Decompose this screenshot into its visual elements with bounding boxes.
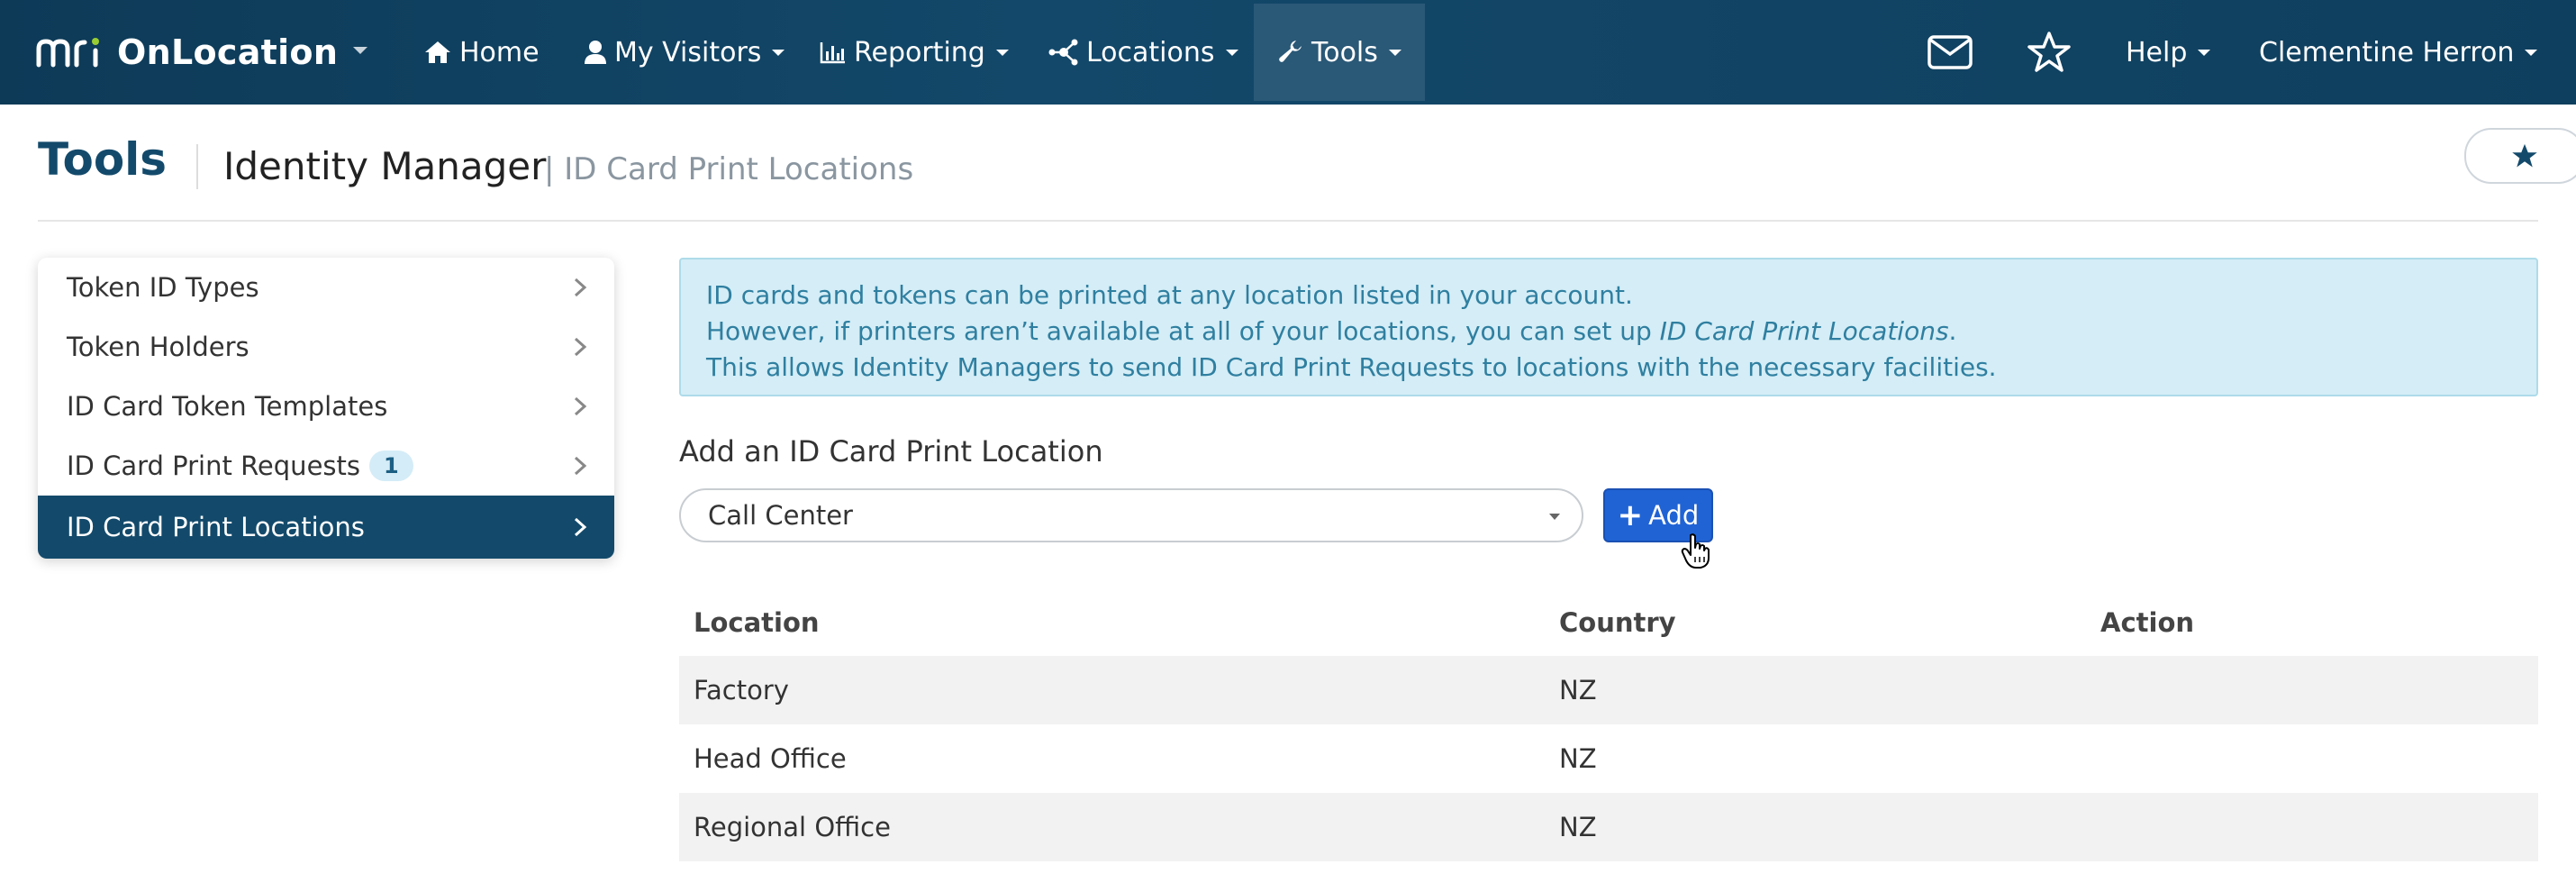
nav-tools[interactable]: Tools	[1279, 0, 1401, 105]
nav-home[interactable]: Home	[423, 0, 540, 105]
hand-cursor-icon	[1681, 533, 1710, 569]
alert-emphasis: ID Card Print Locations	[1659, 316, 1949, 346]
cell-action	[2086, 724, 2538, 793]
sidebar-item-token-id-types[interactable]: Token ID Types	[38, 258, 614, 317]
page-title: Tools	[38, 133, 168, 186]
sidebar-item-label: ID Card Print Locations	[67, 512, 365, 542]
nav-my-visitors-label: My Visitors	[614, 36, 762, 68]
location-select[interactable]: Call Center	[679, 488, 1583, 542]
sidebar-item-label: ID Card Token Templates	[67, 391, 388, 422]
dropdown-caret-icon	[1549, 514, 1560, 520]
cell-country: NZ	[1559, 675, 1597, 705]
nav-tools-label: Tools	[1311, 36, 1378, 68]
chevron-down-icon	[2525, 49, 2538, 56]
top-navbar: OnLocation Home My Visitors Reporting Lo…	[0, 0, 2576, 105]
add-button-label: Add	[1648, 500, 1700, 531]
chevron-right-icon	[574, 396, 587, 416]
cell-country: NZ	[1559, 812, 1597, 842]
chevron-down-icon	[2198, 49, 2211, 56]
column-header-country[interactable]: Country	[1545, 589, 2086, 656]
sidebar-item-label: Token ID Types	[67, 272, 259, 303]
alert-line: ID cards and tokens can be printed at an…	[706, 280, 1633, 310]
chevron-down-icon	[1388, 49, 1401, 56]
nav-help[interactable]: Help	[2126, 0, 2211, 105]
brand-logo[interactable]: OnLocation	[36, 27, 338, 77]
alert-line: This allows Identity Managers to send ID…	[706, 352, 1997, 382]
nav-help-label: Help	[2126, 36, 2188, 68]
sidebar-item-id-card-print-locations[interactable]: ID Card Print Locations	[38, 496, 614, 559]
nav-reporting-label: Reporting	[854, 36, 985, 68]
envelope-icon	[1927, 35, 1973, 69]
table-row: Head Office NZ	[679, 724, 2538, 793]
sidebar-item-id-card-token-templates[interactable]: ID Card Token Templates	[38, 377, 614, 436]
cell-location: Factory	[694, 675, 789, 705]
chevron-right-icon	[574, 456, 587, 476]
nav-home-label: Home	[459, 36, 540, 68]
cell-location: Regional Office	[694, 812, 891, 842]
page-subtitle: Identity Manager	[223, 144, 547, 188]
alert-text: However, if printers aren’t available at…	[706, 316, 1660, 346]
chevron-right-icon	[574, 278, 587, 297]
favorite-page-button[interactable]	[2464, 128, 2576, 184]
bar-chart-icon	[820, 42, 845, 64]
add-location-label: Add an ID Card Print Location	[679, 434, 1103, 469]
chevron-down-icon	[995, 49, 1009, 56]
chevron-down-icon	[772, 49, 785, 56]
cell-location: Head Office	[694, 743, 847, 774]
star-outline-icon	[2027, 32, 2071, 72]
brand-menu-caret[interactable]	[353, 47, 367, 54]
sidebar-item-label: Token Holders	[67, 332, 249, 362]
sidebar-item-id-card-print-requests[interactable]: ID Card Print Requests 1	[38, 436, 614, 496]
locations-table: Location Country Action Factory NZ Head …	[679, 589, 2538, 861]
location-select-value: Call Center	[708, 500, 853, 531]
column-header-action: Action	[2100, 607, 2195, 638]
user-menu[interactable]: Clementine Herron	[2259, 0, 2538, 105]
table-header-row: Location Country Action	[679, 589, 2538, 656]
network-icon	[1048, 39, 1078, 66]
alert-text: .	[1948, 316, 1957, 346]
user-name: Clementine Herron	[2259, 36, 2515, 68]
home-icon	[425, 41, 450, 63]
chevron-right-icon	[574, 337, 587, 357]
header-divider	[38, 220, 2538, 222]
table-row: Factory NZ	[679, 656, 2538, 724]
nav-locations[interactable]: Locations	[1048, 0, 1238, 105]
page-subtitle-detail: | ID Card Print Locations	[544, 151, 914, 187]
chevron-right-icon	[574, 517, 587, 537]
user-icon	[585, 41, 606, 64]
favorites-button[interactable]	[2027, 0, 2079, 105]
sidebar-menu: Token ID Types Token Holders ID Card Tok…	[38, 258, 614, 559]
star-icon	[2512, 143, 2537, 168]
sidebar-item-token-holders[interactable]: Token Holders	[38, 317, 614, 377]
column-header-location[interactable]: Location	[679, 589, 1545, 656]
nav-locations-label: Locations	[1086, 36, 1215, 68]
count-badge: 1	[369, 451, 413, 481]
sidebar-item-label: ID Card Print Requests	[67, 451, 360, 481]
mri-logo-icon	[36, 38, 99, 68]
plus-icon: +	[1617, 497, 1644, 533]
brand-name: OnLocation	[117, 32, 339, 72]
cell-country: NZ	[1559, 743, 1597, 774]
messages-button[interactable]	[1927, 0, 1980, 105]
info-alert: ID cards and tokens can be printed at an…	[679, 258, 2538, 396]
nav-my-visitors[interactable]: My Visitors	[584, 0, 785, 105]
chevron-down-icon	[1225, 49, 1238, 56]
cell-action	[2086, 793, 2538, 861]
table-row: Regional Office NZ	[679, 793, 2538, 861]
cell-action	[2086, 656, 2538, 724]
nav-reporting[interactable]: Reporting	[820, 0, 1009, 105]
wrench-icon	[1279, 41, 1302, 62]
title-divider	[196, 144, 198, 189]
alert-line: However, if printers aren’t available at…	[706, 314, 2511, 350]
